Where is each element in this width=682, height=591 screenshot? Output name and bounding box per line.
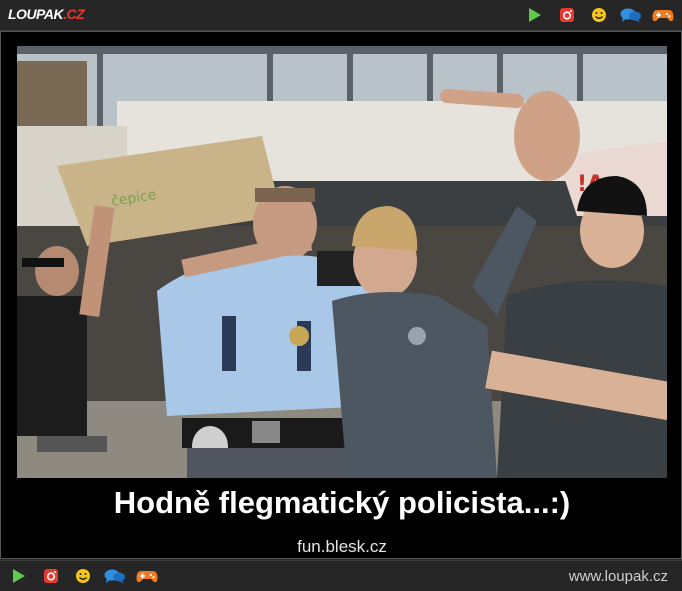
chat-bubbles-icon[interactable] xyxy=(104,566,126,586)
instagram-icon[interactable] xyxy=(556,5,578,25)
logo-domain: .CZ xyxy=(63,6,85,22)
play-icon[interactable] xyxy=(524,5,546,25)
play-icon[interactable] xyxy=(8,566,30,586)
top-icon-bar xyxy=(514,5,674,25)
post-caption: Hodně flegmatický policista...:) xyxy=(113,485,571,520)
site-url-link[interactable]: www.loupak.cz xyxy=(569,568,668,585)
gamepad-icon[interactable] xyxy=(136,566,158,586)
smiley-icon[interactable] xyxy=(588,5,610,25)
post-source[interactable]: fun.blesk.cz xyxy=(1,537,682,557)
site-logo[interactable]: LOUPAK.CZ xyxy=(8,6,85,22)
bottom-bar: www.loupak.cz xyxy=(0,560,682,591)
post-photo: čepice !A xyxy=(17,46,667,478)
post-frame: čepice !A xyxy=(0,31,682,559)
smiley-icon[interactable] xyxy=(72,566,94,586)
logo-text: LOUPAK xyxy=(8,6,64,22)
chat-bubbles-icon[interactable] xyxy=(620,5,642,25)
bottom-icon-bar xyxy=(8,566,158,586)
instagram-icon[interactable] xyxy=(40,566,62,586)
gamepad-icon[interactable] xyxy=(652,5,674,25)
top-bar: LOUPAK.CZ xyxy=(0,0,682,31)
